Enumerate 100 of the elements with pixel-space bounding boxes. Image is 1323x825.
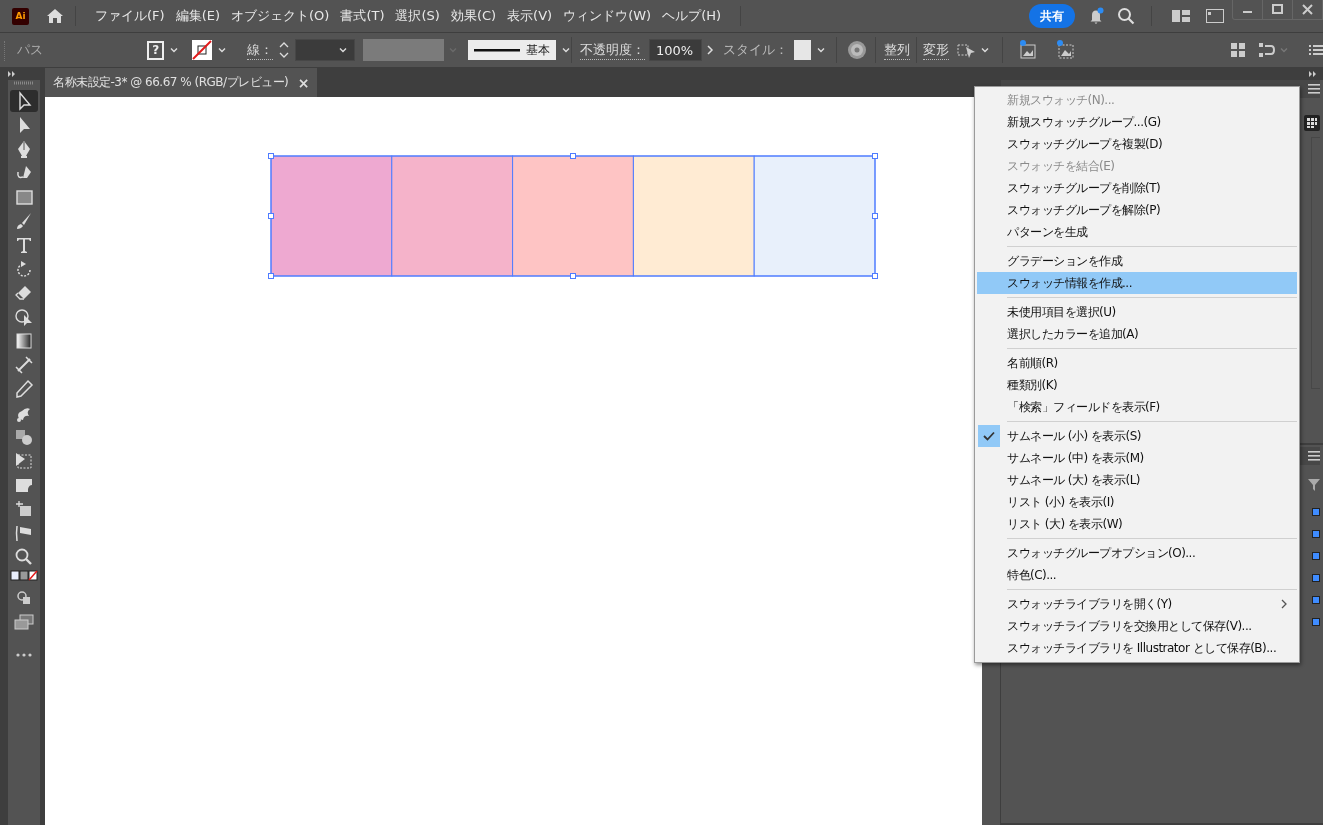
menu-item[interactable]: パターンを生成	[977, 221, 1297, 243]
menu-item[interactable]: スウォッチグループを複製(D)	[977, 133, 1297, 155]
layer-selection-marker[interactable]	[1312, 618, 1320, 626]
menu-item[interactable]: 「検索」フィールドを表示(F)	[977, 396, 1297, 418]
menu-item[interactable]: リスト (小) を表示(I)	[977, 491, 1297, 513]
rectangle-tool-icon	[14, 187, 34, 207]
menu-item[interactable]: 種類別(K)	[977, 374, 1297, 396]
distribute-icon[interactable]	[1258, 43, 1275, 57]
check-icon	[983, 431, 995, 441]
fill-swatch[interactable]: ?	[147, 40, 165, 60]
stroke-swatch[interactable]	[192, 40, 213, 60]
menu-item[interactable]: ウィンドウ(W)	[563, 7, 652, 25]
menu-item[interactable]: 表示(V)	[507, 7, 553, 25]
stepper-icon[interactable]	[279, 40, 290, 60]
caret-icon[interactable]	[338, 45, 349, 55]
menu-item[interactable]: 特色(C)...	[977, 564, 1297, 586]
style-swatch[interactable]	[793, 40, 812, 60]
opacity-field[interactable]: 100%	[649, 39, 702, 61]
menu-item[interactable]: スウォッチライブラリを交換用として保存(V)...	[977, 615, 1297, 637]
menu-item[interactable]: 名前順(R)	[977, 352, 1297, 374]
menu-item[interactable]: 効果(C)	[450, 7, 497, 25]
caret-icon[interactable]	[816, 45, 827, 55]
menu-item[interactable]: サムネール (大) を表示(L)	[977, 469, 1297, 491]
menu-item[interactable]: 選択(S)	[395, 7, 440, 25]
align-link[interactable]: 整列	[884, 40, 911, 60]
selection-type-label: パス	[17, 41, 43, 59]
variable-width-field[interactable]	[363, 39, 445, 61]
stroke-label[interactable]: 線：	[247, 40, 274, 60]
recolor-icon[interactable]	[847, 40, 868, 60]
layer-selection-marker[interactable]	[1312, 508, 1320, 516]
opacity-label[interactable]: 不透明度：	[580, 40, 646, 60]
eraser-tool-icon	[14, 283, 34, 303]
menu-item[interactable]: 書式(T)	[340, 7, 385, 25]
caret-icon[interactable]	[561, 45, 572, 55]
color-rectangle[interactable]	[753, 155, 876, 277]
brush-field[interactable]: 基本	[468, 40, 557, 60]
arrange-icon[interactable]	[1230, 43, 1245, 57]
layer-selection-marker[interactable]	[1312, 552, 1320, 560]
menu-item[interactable]: スウォッチグループを解除(P)	[977, 199, 1297, 221]
stroke-line-icon	[474, 48, 521, 52]
menu-item[interactable]: サムネール (小) を表示(S)	[977, 425, 1297, 447]
color-rectangle[interactable]	[512, 155, 634, 277]
style-label: スタイル：	[722, 41, 788, 59]
document-title: 名称未設定-3* @ 66.67 % (RGB/プレビュー)	[53, 74, 289, 91]
menu-item[interactable]: スウォッチグループを削除(T)	[977, 177, 1297, 199]
draw-mode-icon[interactable]	[16, 590, 32, 606]
shapes-tool-icon	[14, 427, 34, 447]
collapse-icon[interactable]	[8, 71, 16, 77]
search-icon[interactable]	[1117, 7, 1135, 25]
home-icon[interactable]	[46, 8, 64, 24]
menu-item[interactable]: 編集(E)	[175, 7, 220, 25]
rotate-tool-icon	[14, 259, 34, 279]
color-rectangle[interactable]	[391, 155, 514, 277]
slice-tool-icon	[14, 523, 34, 543]
tool-button[interactable]	[10, 90, 38, 112]
grip-icon[interactable]	[13, 80, 35, 86]
grid-view-icon[interactable]	[1304, 115, 1320, 131]
caret-icon[interactable]	[980, 45, 991, 55]
crop-image-icon[interactable]	[1055, 40, 1076, 60]
menu-item[interactable]: グラデーションを作成	[977, 250, 1297, 272]
gradient-tool-icon	[14, 331, 34, 351]
panel-menu-icon[interactable]	[1308, 83, 1320, 95]
screen-mode-icon[interactable]	[14, 614, 34, 630]
workspace-icon[interactable]	[1172, 9, 1190, 23]
stroke-weight-field[interactable]	[295, 39, 356, 61]
layer-selection-marker[interactable]	[1312, 530, 1320, 538]
stroke-dropdown-icon[interactable]	[217, 45, 228, 55]
more-tools-icon[interactable]	[14, 652, 34, 658]
menu-item[interactable]: オブジェクト(O)	[231, 7, 330, 25]
transform-link[interactable]: 変形	[923, 40, 950, 60]
filter-icon[interactable]	[1308, 479, 1320, 491]
app-logo: Ai	[12, 7, 29, 25]
eyedropper-tool-icon	[14, 379, 34, 399]
image-trace-icon[interactable]	[1018, 40, 1039, 60]
screen-mode-icon[interactable]	[1206, 9, 1224, 23]
menu-item[interactable]: スウォッチライブラリを開く(Y)	[977, 593, 1297, 615]
layer-selection-marker[interactable]	[1312, 596, 1320, 604]
panel-menu-icon[interactable]	[1308, 44, 1323, 56]
fill-stroke-icon[interactable]	[10, 570, 38, 582]
document-tab[interactable]: 名称未設定-3* @ 66.67 % (RGB/プレビュー) ×	[45, 68, 317, 97]
color-rectangle[interactable]	[632, 155, 755, 277]
selection-bounding-box[interactable]	[268, 153, 878, 279]
menu-item[interactable]: サムネール (中) を表示(M)	[977, 447, 1297, 469]
menu-item[interactable]: 選択したカラーを追加(A)	[977, 323, 1297, 345]
menu-item[interactable]: リスト (大) を表示(W)	[977, 513, 1297, 535]
artboard-tool-icon	[14, 499, 34, 519]
menu-item[interactable]: ヘルプ(H)	[662, 7, 722, 25]
color-rectangle[interactable]	[270, 155, 393, 277]
menu-item[interactable]: ファイル(F)	[95, 7, 165, 25]
menu-item[interactable]: 新規スウォッチグループ...(G)	[977, 111, 1297, 133]
panel-menu-icon[interactable]	[1308, 450, 1320, 462]
menu-item[interactable]: 未使用項目を選択(U)	[977, 301, 1297, 323]
fill-dropdown-icon[interactable]	[169, 45, 180, 55]
collapse-icon[interactable]	[1309, 71, 1317, 77]
menu-item[interactable]: スウォッチライブラリを Illustrator として保存(B)...	[977, 637, 1297, 659]
layer-selection-marker[interactable]	[1312, 574, 1320, 582]
share-button[interactable]: 共有	[1029, 4, 1075, 28]
menu-item[interactable]: スウォッチグループオプション(O)...	[977, 542, 1297, 564]
menu-item[interactable]: スウォッチ情報を作成...	[977, 272, 1297, 294]
close-tab-button[interactable]: ×	[297, 74, 309, 91]
